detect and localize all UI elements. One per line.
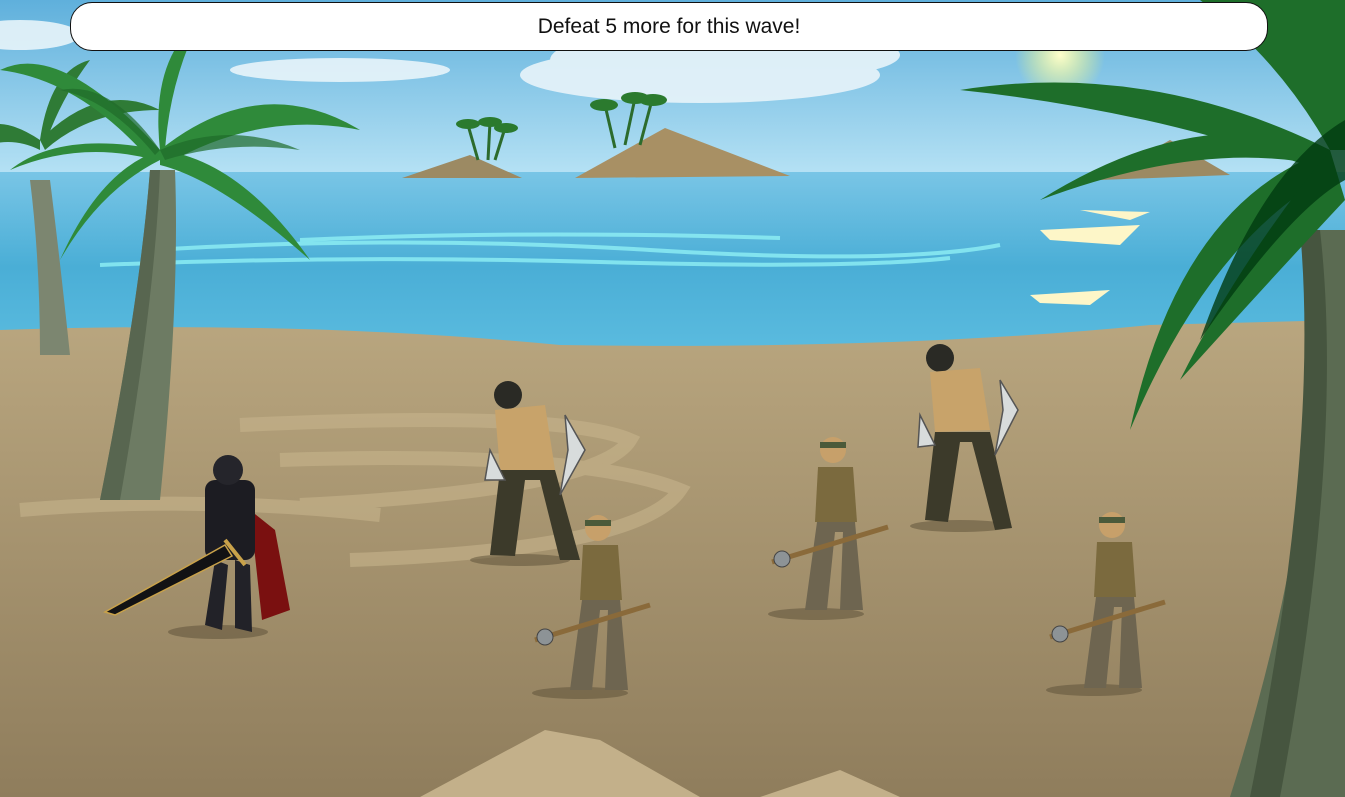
game-scene [0, 0, 1345, 797]
wave-message-text: Defeat 5 more for this wave! [537, 14, 801, 38]
wave-message-banner: Defeat 5 more for this wave! [70, 2, 1268, 51]
